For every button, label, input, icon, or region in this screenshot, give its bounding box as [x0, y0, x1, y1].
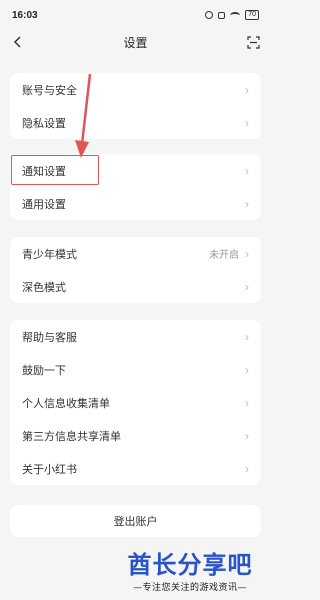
nav-bar: 设置	[0, 30, 271, 54]
item-label: 鼓励一下	[22, 364, 66, 377]
item-label: 账号与安全	[22, 84, 77, 97]
chevron-right-icon: ›	[245, 461, 249, 476]
item-label: 通用设置	[22, 198, 66, 211]
item-label: 隐私设置	[22, 117, 66, 130]
settings-item-account-security[interactable]: 账号与安全 ›	[10, 73, 261, 106]
item-label: 青少年模式	[22, 248, 77, 261]
settings-group-account: 账号与安全 › 隐私设置 ›	[10, 73, 261, 139]
settings-item-notifications[interactable]: 通知设置 ›	[10, 154, 261, 187]
settings-item-teen-mode[interactable]: 青少年模式 未开启 ›	[10, 237, 261, 270]
chevron-right-icon: ›	[245, 329, 249, 344]
settings-group-help: 帮助与客服 › 鼓励一下 › 个人信息收集清单 › 第三方信息共享清单 › 关于…	[10, 320, 261, 485]
status-icons: 70	[205, 10, 259, 20]
item-label: 帮助与客服	[22, 331, 77, 344]
settings-group-display: 青少年模式 未开启 › 深色模式 ›	[10, 237, 261, 303]
chevron-right-icon: ›	[245, 163, 249, 178]
item-label: 第三方信息共享清单	[22, 430, 121, 443]
settings-group-general: 通知设置 › 通用设置 ›	[10, 154, 261, 220]
chevron-right-icon: ›	[245, 82, 249, 97]
status-time: 16:03	[12, 9, 38, 21]
settings-item-privacy[interactable]: 隐私设置 ›	[10, 106, 261, 139]
back-button[interactable]	[8, 32, 28, 52]
chevron-right-icon: ›	[245, 115, 249, 130]
chevron-right-icon: ›	[245, 428, 249, 443]
page-title: 设置	[123, 35, 148, 50]
chevron-right-icon: ›	[245, 196, 249, 211]
settings-item-personal-info[interactable]: 个人信息收集清单 ›	[10, 386, 261, 419]
settings-item-encourage[interactable]: 鼓励一下 ›	[10, 353, 261, 386]
battery-icon: 70	[245, 10, 259, 20]
status-bar: 16:03 70	[0, 0, 271, 30]
alarm-icon	[205, 11, 214, 19]
nfc-icon	[218, 11, 226, 19]
settings-item-about[interactable]: 关于小红书 ›	[10, 452, 261, 485]
wifi-icon	[230, 11, 241, 19]
logout-button[interactable]: 登出账户	[10, 505, 261, 537]
watermark: 酋长分享吧 —专注您关注的游戏资讯—	[115, 550, 265, 600]
chevron-right-icon: ›	[245, 279, 249, 294]
chevron-right-icon: ›	[245, 362, 249, 377]
item-label: 深色模式	[22, 281, 66, 294]
settings-item-help[interactable]: 帮助与客服 ›	[10, 320, 261, 353]
watermark-title: 酋长分享吧	[127, 551, 253, 579]
watermark-subtitle: —专注您关注的游戏资讯—	[132, 583, 247, 593]
settings-item-general[interactable]: 通用设置 ›	[10, 187, 261, 220]
settings-item-dark-mode[interactable]: 深色模式 ›	[10, 270, 261, 303]
scan-button[interactable]	[243, 32, 263, 52]
item-label: 个人信息收集清单	[22, 397, 110, 410]
scan-icon	[246, 35, 260, 49]
chevron-right-icon: ›	[245, 395, 249, 410]
settings-item-third-party[interactable]: 第三方信息共享清单 ›	[10, 419, 261, 452]
item-label: 关于小红书	[22, 463, 77, 476]
item-label: 通知设置	[22, 165, 66, 178]
item-value: 未开启	[209, 250, 239, 261]
chevron-right-icon: ›	[245, 246, 249, 261]
chevron-left-icon	[13, 36, 21, 48]
